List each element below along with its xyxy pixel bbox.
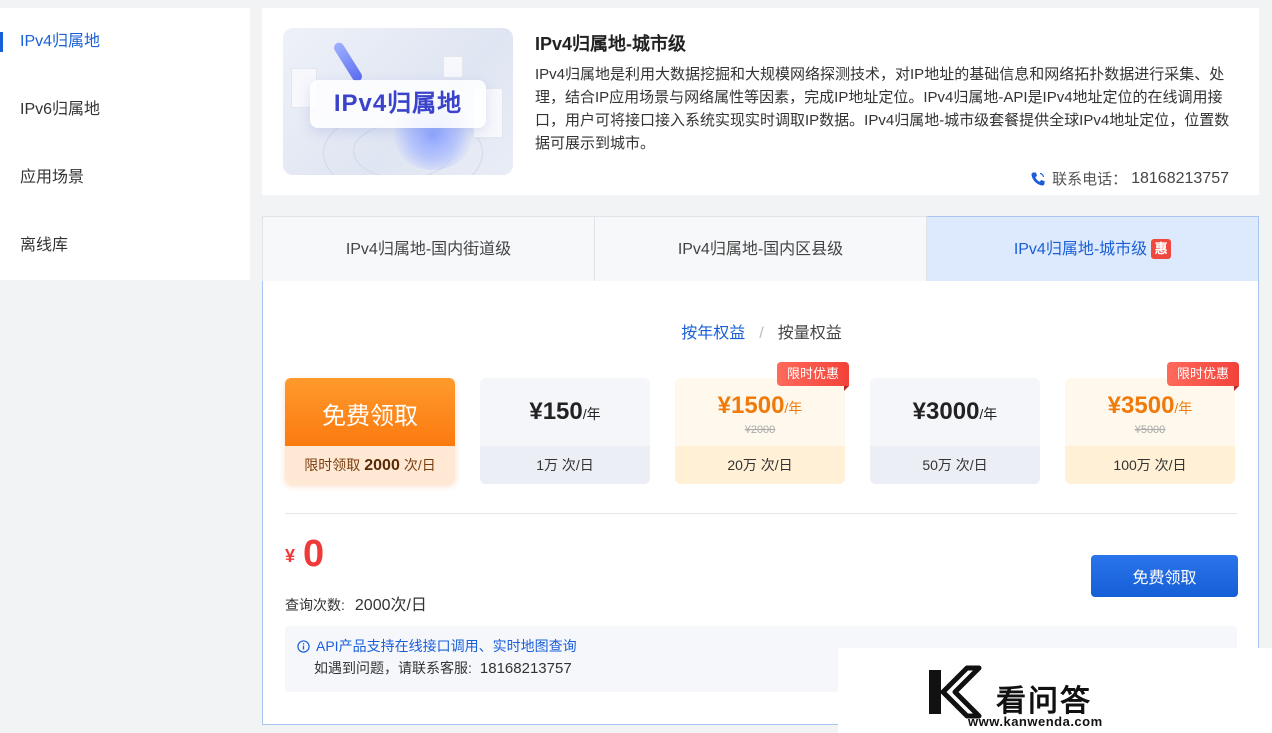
info-icon xyxy=(297,639,310,653)
plan-card-1500[interactable]: 限时优惠 ¥1500/年 ¥2000 20万 次/日 xyxy=(675,362,849,484)
tab-label: IPv4归属地-国内街道级 xyxy=(345,241,512,258)
plan-card-150[interactable]: ¥150/年 1万 次/日 xyxy=(480,378,650,484)
plan-price: ¥150/年 xyxy=(480,398,650,426)
plan-price-value: ¥150 xyxy=(529,398,583,425)
product-banner-image: IPv4归属地 xyxy=(283,28,513,175)
claim-free-button[interactable]: 免费领取 xyxy=(1091,555,1238,597)
contact-phone: 联系电话： 18168213757 xyxy=(1030,168,1229,189)
divider xyxy=(285,513,1237,514)
sidebar-item-ipv6[interactable]: IPv6归属地 xyxy=(0,76,250,144)
mode-separator: / xyxy=(759,325,764,342)
watermark: 看问答 www.kanwenda.com xyxy=(838,648,1272,733)
plan-list: 免费领取 限时领取 2000 次/日 ¥150/年 1万 次/日 限时优惠 ¥150… xyxy=(285,362,1239,484)
tab-label: IPv4归属地-国内区县级 xyxy=(677,241,844,258)
plan-quota: 50万 次/日 xyxy=(870,446,1040,484)
banner-label: IPv4归属地 xyxy=(310,80,486,128)
tab-street-level[interactable]: IPv4归属地-国内街道级 xyxy=(262,216,595,282)
query-count: 查询次数: 2000次/日 xyxy=(285,591,427,615)
contact-phone-number: 18168213757 xyxy=(1131,169,1229,187)
total-amount: 0 xyxy=(303,533,325,575)
order-total: ¥0 xyxy=(285,533,324,576)
plan-quota-prefix: 限时领取 xyxy=(304,457,361,473)
watermark-url: www.kanwenda.com xyxy=(968,714,1103,729)
notice-line-1: API产品支持在线接口调用、实时地图查询 xyxy=(297,636,577,656)
plan-price: ¥1500/年 xyxy=(675,392,845,420)
discount-badge: 惠 xyxy=(1151,239,1172,259)
notice-support-phone: 18168213757 xyxy=(479,660,572,677)
plan-top: ¥3500/年 ¥5000 xyxy=(1065,378,1235,446)
plan-quota: 限时领取 2000 次/日 xyxy=(285,446,455,484)
sidebar: IPv4归属地 IPv6归属地 应用场景 离线库 xyxy=(0,8,250,280)
plan-price-value: ¥3500 xyxy=(1107,392,1175,419)
plan-quota: 100万 次/日 xyxy=(1065,446,1235,484)
plan-original-price: ¥5000 xyxy=(1134,424,1166,436)
banner-stick xyxy=(332,40,364,84)
mode-quantity[interactable]: 按量权益 xyxy=(778,319,842,343)
plan-quota: 20万 次/日 xyxy=(675,446,845,484)
plan-price-value: ¥1500 xyxy=(717,392,785,419)
plan-card-3500[interactable]: 限时优惠 ¥3500/年 ¥5000 100万 次/日 xyxy=(1065,362,1239,484)
plan-top: ¥1500/年 ¥2000 xyxy=(675,378,845,446)
plan-price-unit: /年 xyxy=(582,406,601,422)
tab-district-level[interactable]: IPv4归属地-国内区县级 xyxy=(595,216,927,282)
notice-text-1: API产品支持在线接口调用、实时地图查询 xyxy=(316,638,577,654)
plan-top: 免费领取 xyxy=(285,378,455,446)
banner-cube xyxy=(443,56,463,78)
plan-price-value: ¥3000 xyxy=(912,398,980,425)
notice-line-2: 如遇到问题，请联系客服: 18168213757 xyxy=(314,658,572,678)
tab-label: IPv4归属地-城市级 xyxy=(1013,241,1148,258)
plan-price-unit: /年 xyxy=(784,400,803,416)
product-header: IPv4归属地 IPv4归属地-城市级 IPv4归属地是利用大数据挖掘和大规模网… xyxy=(262,8,1259,195)
phone-icon xyxy=(1031,172,1045,185)
mode-yearly[interactable]: 按年权益 xyxy=(681,319,745,343)
plan-card-3000[interactable]: ¥3000/年 50万 次/日 xyxy=(870,378,1040,484)
plan-price-unit: /年 xyxy=(1174,400,1193,416)
plan-price: ¥3500/年 xyxy=(1065,392,1235,420)
sidebar-item-ipv4[interactable]: IPv4归属地 xyxy=(0,8,250,76)
plan-price: ¥3000/年 xyxy=(870,398,1040,426)
sidebar-item-scenarios[interactable]: 应用场景 xyxy=(0,144,250,212)
plan-quota-suffix: 次/日 xyxy=(403,457,436,473)
plan-original-price: ¥2000 xyxy=(744,424,776,436)
plan-quota-value: 2000 xyxy=(364,457,400,474)
tab-city-level[interactable]: IPv4归属地-城市级惠 xyxy=(927,216,1259,282)
plan-quota: 1万 次/日 xyxy=(480,446,650,484)
product-description: IPv4归属地是利用大数据挖掘和大规模网络探测技术，对IP地址的基础信息和网络拓… xyxy=(535,66,1230,152)
watermark-logo-icon xyxy=(929,665,982,719)
product-title: IPv4归属地-城市级 xyxy=(535,34,687,54)
currency-symbol: ¥ xyxy=(285,546,296,566)
plan-top: ¥150/年 xyxy=(480,378,650,446)
billing-mode-switch: 按年权益 / 按量权益 xyxy=(263,319,1260,343)
notice-support-label: 如遇到问题，请联系客服: xyxy=(314,660,472,676)
plan-free-title: 免费领取 xyxy=(322,403,418,430)
sidebar-item-offline-db[interactable]: 离线库 xyxy=(0,212,250,280)
contact-label: 联系电话： xyxy=(1052,171,1128,188)
product-tabs: IPv4归属地-国内街道级 IPv4归属地-国内区县级 IPv4归属地-城市级惠 xyxy=(262,216,1259,282)
query-count-value: 2000次/日 xyxy=(354,597,427,614)
plan-card-free[interactable]: 免费领取 限时领取 2000 次/日 xyxy=(285,378,455,484)
plan-top: ¥3000/年 xyxy=(870,378,1040,446)
query-count-label: 查询次数: xyxy=(285,597,345,613)
plan-price-unit: /年 xyxy=(979,406,998,422)
